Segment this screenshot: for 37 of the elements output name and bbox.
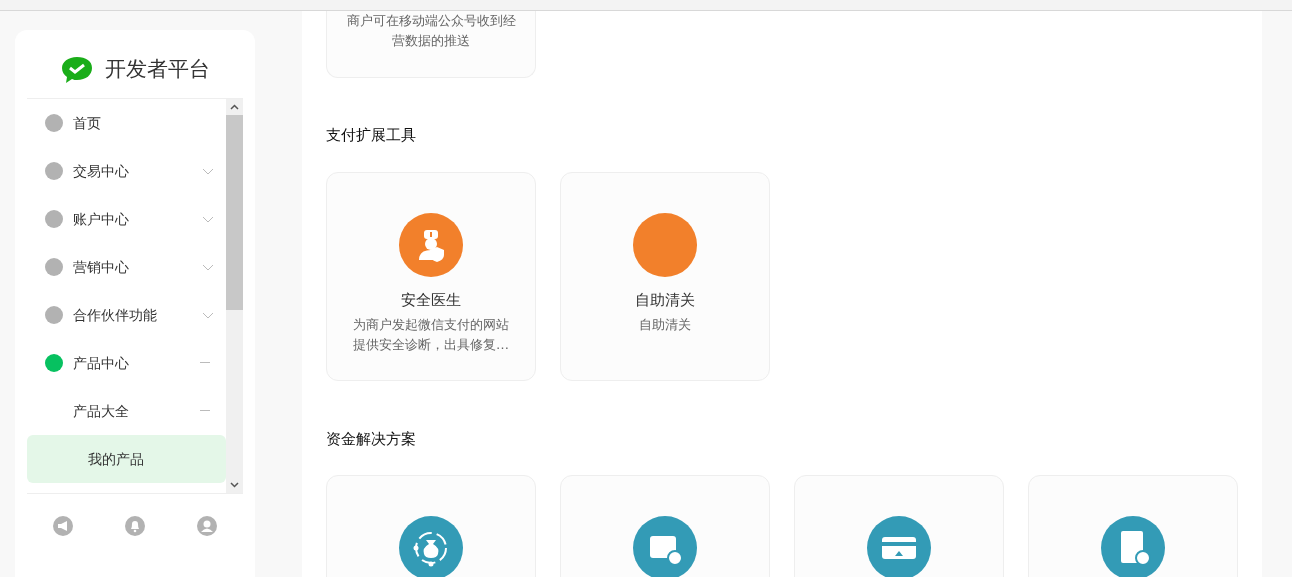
- megaphone-icon[interactable]: [53, 516, 73, 536]
- section-heading: 支付扩展工具: [326, 125, 417, 146]
- nav-item[interactable]: 营销中心: [27, 243, 226, 291]
- nav-label: 产品大全: [73, 401, 130, 421]
- card-description: 商户可在移动端公众号收到经营数据的推送: [345, 12, 517, 50]
- card-title: 安全医生: [401, 289, 461, 311]
- product-card[interactable]: 自助清关 自助清关: [560, 171, 770, 381]
- chat-check-logo-icon: [60, 56, 93, 84]
- scroll-down-icon[interactable]: [230, 482, 239, 488]
- section-heading: 资金解决方案: [326, 428, 417, 450]
- nav-item[interactable]: 合作伙伴功能: [27, 291, 226, 339]
- product-card[interactable]: 安全医生 为商户发起微信支付的网站提供安全诊断，出具修复…: [326, 171, 536, 381]
- card-title: 自助清关: [635, 289, 695, 311]
- nav-item[interactable]: 交易中心: [27, 147, 226, 195]
- nav-item[interactable]: 产品大全: [27, 387, 226, 435]
- nav-label: 产品中心: [73, 353, 130, 373]
- nav-label: 交易中心: [73, 161, 130, 181]
- nav-item[interactable]: 账户中心: [27, 195, 226, 243]
- nav-item[interactable]: 首页: [27, 99, 226, 147]
- card-description: 自助清关: [638, 316, 692, 334]
- nav-label: 首页: [73, 113, 102, 133]
- nav-label: 营销中心: [73, 257, 130, 277]
- nav-label: 我的产品: [88, 449, 145, 469]
- user-icon[interactable]: [197, 516, 217, 536]
- nav-label: 合作伙伴功能: [73, 305, 158, 325]
- nav-label: 账户中心: [73, 209, 130, 229]
- card-icon: [867, 516, 931, 577]
- nav-item[interactable]: 我的产品: [27, 435, 226, 483]
- bell-icon[interactable]: [125, 516, 145, 536]
- moneybag-icon: [399, 516, 463, 577]
- circle-icon: [633, 212, 697, 277]
- scrollbar[interactable]: [226, 99, 243, 493]
- product-card[interactable]: 商户可在移动端公众号收到经营数据的推送: [326, 11, 536, 78]
- card-description: 为商户发起微信支付的网站提供安全诊断，出具修复…: [352, 316, 510, 354]
- scroll-up-icon[interactable]: [230, 104, 239, 110]
- nav-item[interactable]: 产品中心: [27, 339, 226, 387]
- platform-title: 开发者平台: [104, 56, 210, 84]
